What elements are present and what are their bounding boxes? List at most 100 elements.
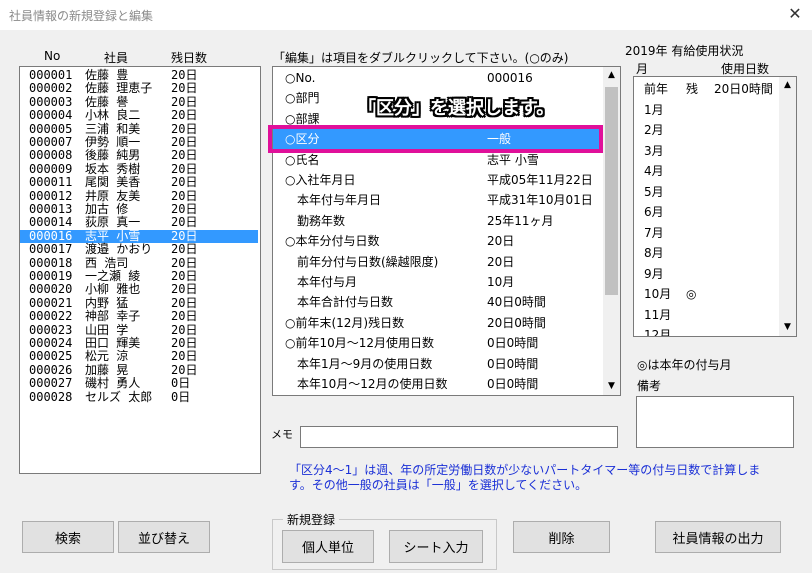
scroll-up-icon[interactable]: ▲ bbox=[603, 67, 620, 84]
employee-days: 0日 bbox=[171, 389, 191, 404]
employee-id: 000016 bbox=[29, 228, 73, 243]
employee-row[interactable]: 000025 松元 涼 20日 bbox=[20, 349, 258, 364]
item-value: 10月 bbox=[487, 275, 515, 289]
usage-scrollbar[interactable]: ▲ ▼ bbox=[779, 77, 796, 336]
employee-col-name-header: 社員 bbox=[104, 51, 129, 65]
sheet-input-button[interactable]: シート入力 bbox=[389, 530, 483, 563]
employee-row[interactable]: 000009 坂本 秀樹 20日 bbox=[20, 161, 258, 176]
usage-row[interactable]: 10月 ◎ bbox=[634, 284, 784, 305]
usage-row[interactable]: 7月 bbox=[634, 223, 784, 244]
employee-row[interactable]: 000012 井原 友美 20日 bbox=[20, 188, 258, 203]
employee-days: 20日 bbox=[171, 68, 198, 82]
employee-days: 20日 bbox=[171, 336, 198, 350]
employee-row[interactable]: 000004 小林 良二 20日 bbox=[20, 108, 258, 123]
usage-row[interactable]: 5月 bbox=[634, 182, 784, 203]
employee-row[interactable]: 000027 磯村 勇人 0日 bbox=[20, 376, 258, 390]
item-row[interactable]: 前年分付与日数(繰越限度) 20日 bbox=[273, 252, 599, 272]
usage-row[interactable]: 6月 bbox=[634, 202, 784, 223]
employee-row[interactable]: 000011 尾関 美香 20日 bbox=[20, 175, 258, 189]
employee-name: 佐藤 理恵子 bbox=[85, 81, 153, 96]
employee-row[interactable]: 000001 佐藤 豊 20日 bbox=[20, 68, 258, 82]
item-row[interactable]: 本年1月～9月の使用日数 0日0時間 bbox=[273, 354, 599, 374]
employee-row[interactable]: 000017 渡邉 かおり 20日 bbox=[20, 242, 258, 256]
category-note: 「区分4～1」は週、年の所定労働日数が少ないパートタイマー等の付与日数で計算しま… bbox=[289, 463, 761, 492]
item-row[interactable]: 本年付与月 10月 bbox=[273, 272, 599, 292]
employee-row[interactable]: 000002 佐藤 理恵子 20日 bbox=[20, 81, 258, 96]
employee-id: 000023 bbox=[29, 322, 73, 337]
employee-row[interactable]: 000013 加古 修 20日 bbox=[20, 202, 258, 216]
item-row[interactable]: ○本年分付与日数 20日 bbox=[273, 231, 599, 251]
usage-col-month-header: 月 bbox=[636, 62, 649, 76]
employee-row[interactable]: 000007 伊勢 順一 20日 bbox=[20, 135, 258, 149]
employee-name: 加古 修 bbox=[85, 202, 129, 216]
usage-row[interactable]: 12月 bbox=[634, 325, 784, 336]
usage-row[interactable]: 2月 bbox=[634, 120, 784, 141]
employee-id: 000018 bbox=[29, 255, 73, 270]
employee-row[interactable]: 000022 神部 幸子 20日 bbox=[20, 309, 258, 323]
item-row[interactable]: ○入社年月日 平成05年11月22日 bbox=[273, 170, 599, 190]
item-row[interactable]: ○前年末(12月)残日数 20日0時間 bbox=[273, 313, 599, 333]
item-label: ○本年分付与日数 bbox=[285, 234, 380, 249]
employee-row[interactable]: 000023 山田 学 20日 bbox=[20, 322, 258, 337]
usage-row[interactable]: 前年 残 20日0時間 bbox=[634, 79, 784, 100]
sort-button[interactable]: 並び替え bbox=[118, 521, 210, 553]
item-row[interactable]: ○No. 000016 bbox=[273, 68, 599, 88]
item-value: 25年11ヶ月 bbox=[487, 213, 554, 228]
usage-row[interactable]: 9月 bbox=[634, 264, 784, 285]
employee-days: 20日 bbox=[171, 228, 198, 243]
usage-month: 10月 bbox=[644, 287, 672, 301]
scroll-up-icon[interactable]: ▲ bbox=[779, 77, 796, 94]
usage-row[interactable]: 1月 bbox=[634, 100, 784, 121]
usage-month: 1月 bbox=[644, 102, 664, 117]
search-button[interactable]: 検索 bbox=[22, 521, 114, 553]
employee-row[interactable]: 000020 小柳 雅也 20日 bbox=[20, 282, 258, 297]
usage-row[interactable]: 11月 bbox=[634, 305, 784, 326]
usage-title: 2019年 有給使用状況 bbox=[625, 44, 744, 58]
close-icon[interactable]: ✕ bbox=[782, 2, 808, 26]
employee-row[interactable]: 000008 後藤 純男 20日 bbox=[20, 148, 258, 162]
item-row[interactable]: ○前年10月～12月使用日数 0日0時間 bbox=[273, 333, 599, 353]
employee-row[interactable]: 000026 加藤 晃 20日 bbox=[20, 363, 258, 377]
usage-legend: ◎は本年の付与月 bbox=[637, 358, 732, 372]
item-label: ○入社年月日 bbox=[285, 173, 356, 187]
employee-days: 20日 bbox=[171, 135, 198, 149]
usage-month: 3月 bbox=[644, 143, 664, 158]
employee-days: 20日 bbox=[171, 322, 198, 337]
employee-row[interactable]: 000028 セルズ 太郎 0日 bbox=[20, 389, 258, 404]
employee-days: 20日 bbox=[171, 94, 198, 109]
memo-input[interactable] bbox=[300, 426, 618, 448]
usage-list[interactable]: 12月 11月 10月 ◎ 9月 8月 7月 6月 5月 4月 3月 2月 1月 前年 残 20日0時間 ▲ … bbox=[633, 76, 797, 337]
employee-id: 000025 bbox=[29, 349, 73, 364]
employee-days: 20日 bbox=[171, 349, 198, 364]
remarks-field[interactable] bbox=[636, 396, 794, 448]
selection-highlight-frame bbox=[268, 125, 603, 153]
item-list-scrollbar[interactable]: ▲ ▼ bbox=[603, 67, 620, 395]
employee-row[interactable]: 000018 西 浩司 20日 bbox=[20, 255, 258, 270]
scroll-down-icon[interactable]: ▼ bbox=[779, 319, 796, 336]
delete-button[interactable]: 削除 bbox=[513, 521, 610, 553]
employee-days: 20日 bbox=[171, 108, 198, 123]
usage-row[interactable]: 4月 bbox=[634, 161, 784, 182]
employee-id: 000001 bbox=[29, 68, 73, 82]
employee-days: 20日 bbox=[171, 161, 198, 176]
employee-row[interactable]: 000014 荻原 真一 20日 bbox=[20, 215, 258, 229]
usage-row[interactable]: 3月 bbox=[634, 141, 784, 162]
item-row[interactable]: 本年10月～12月の使用日数 0日0時間 bbox=[273, 374, 599, 394]
scroll-thumb[interactable] bbox=[605, 87, 618, 295]
employee-row[interactable]: 000024 田口 輝美 20日 bbox=[20, 336, 258, 350]
usage-month: 9月 bbox=[644, 266, 664, 281]
item-row[interactable]: 本年合計付与日数 40日0時間 bbox=[273, 292, 599, 312]
individual-button[interactable]: 個人単位 bbox=[282, 530, 374, 563]
export-button[interactable]: 社員情報の出力 bbox=[655, 521, 781, 553]
usage-col-used-header: 使用日数 bbox=[721, 62, 770, 76]
usage-row[interactable]: 8月 bbox=[634, 243, 784, 264]
scroll-down-icon[interactable]: ▼ bbox=[603, 378, 620, 395]
item-row[interactable]: 本年付与年月日 平成31年10月01日 bbox=[273, 190, 599, 210]
employee-name: 井原 友美 bbox=[85, 188, 141, 203]
usage-mark: 残 bbox=[686, 82, 699, 96]
employee-days: 20日 bbox=[171, 282, 198, 297]
employee-list[interactable]: 000001 佐藤 豊 20日 000002 佐藤 理恵子 20日 000003 佐藤 譽 20… bbox=[19, 66, 261, 474]
item-row[interactable]: 勤務年数 25年11ヶ月 bbox=[273, 211, 599, 231]
employee-row[interactable]: 000005 三浦 和美 20日 bbox=[20, 122, 258, 136]
usage-month: 6月 bbox=[644, 205, 664, 219]
